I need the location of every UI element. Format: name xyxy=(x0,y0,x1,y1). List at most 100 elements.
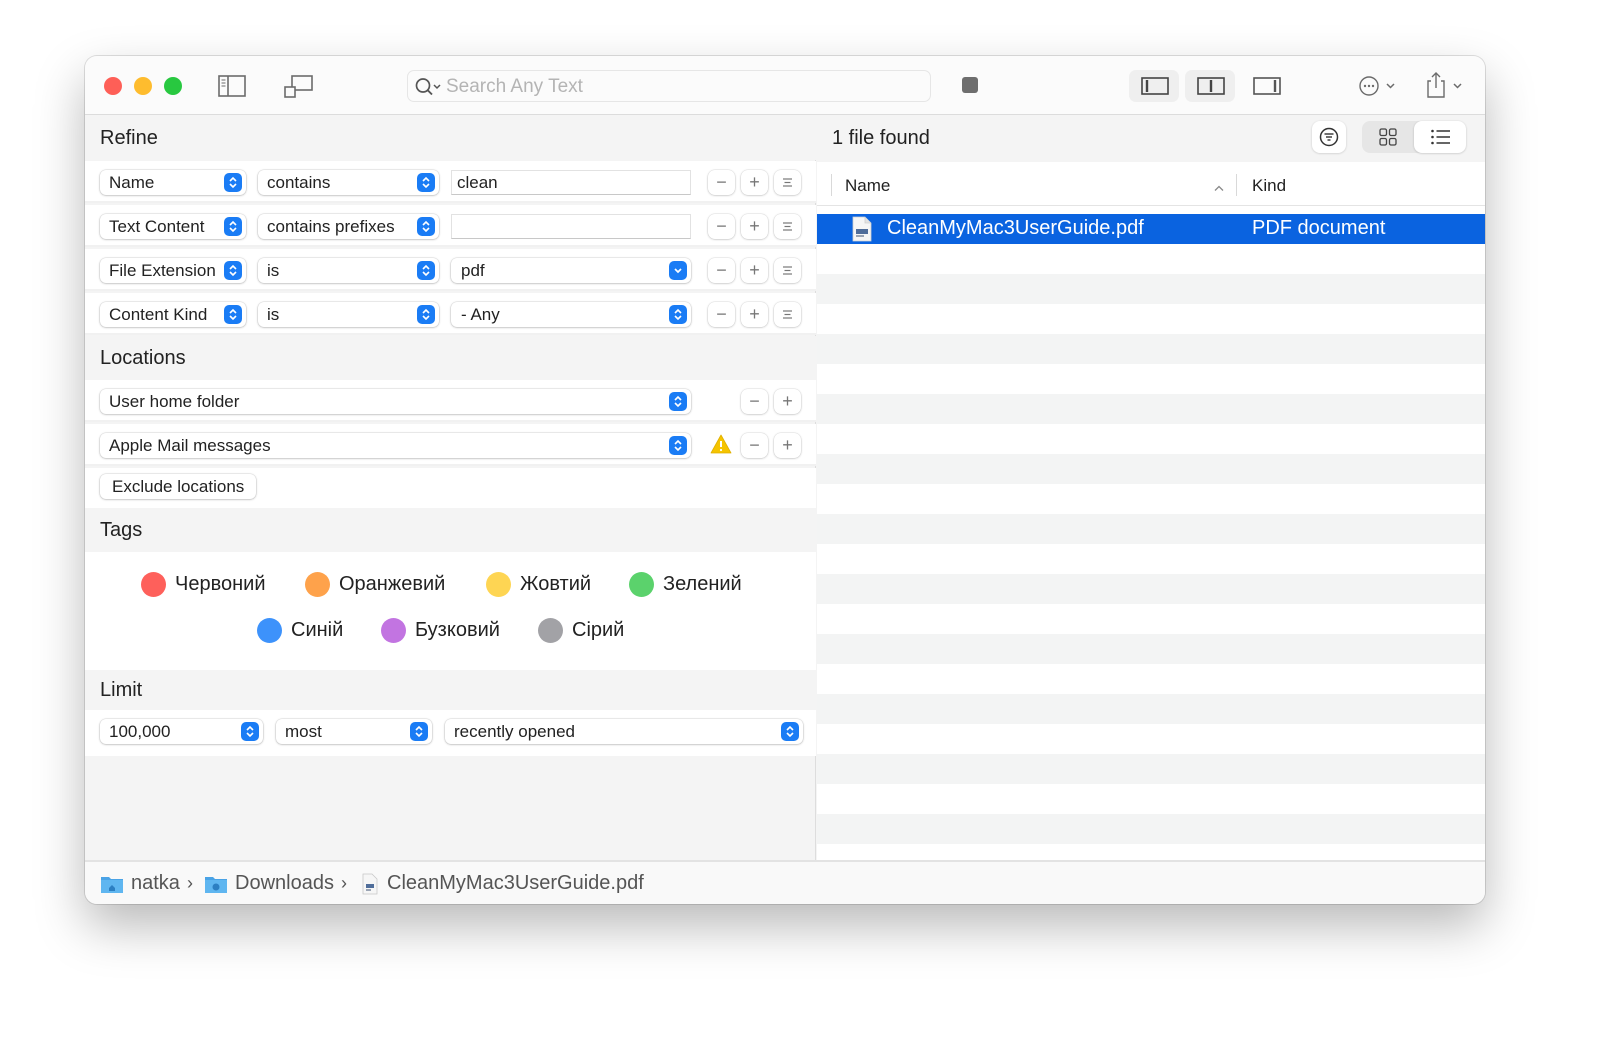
layout-right-icon xyxy=(1253,77,1281,95)
criteria-row: Name contains − + xyxy=(85,161,816,203)
popup-stepper-icon xyxy=(224,217,242,236)
tag-blue[interactable]: Синій xyxy=(257,616,343,644)
layout-left-icon xyxy=(1141,77,1169,95)
value-input[interactable] xyxy=(452,215,690,238)
location-popup[interactable]: Apple Mail messages xyxy=(100,433,691,458)
path-crumb-file[interactable]: CleanMyMac3UserGuide.pdf xyxy=(360,872,644,895)
close-window-button[interactable] xyxy=(104,77,122,95)
remove-criterion-button[interactable]: − xyxy=(708,170,735,195)
search-icon[interactable] xyxy=(414,77,444,102)
file-kind: PDF document xyxy=(1252,217,1386,239)
remove-criterion-button[interactable]: − xyxy=(708,302,735,327)
attribute-label: File Extension xyxy=(109,261,216,280)
criterion-options-button[interactable] xyxy=(774,258,801,283)
attribute-label: Name xyxy=(109,173,155,192)
layout-sidebar-right-button[interactable] xyxy=(1241,70,1291,102)
operator-popup[interactable]: contains xyxy=(258,170,439,195)
list-view-button[interactable] xyxy=(1414,121,1466,153)
empty-list-row xyxy=(817,394,1485,424)
exclude-row: Exclude locations xyxy=(85,468,816,508)
criterion-options-button[interactable] xyxy=(774,302,801,327)
tag-color-dot xyxy=(257,617,282,643)
empty-list-row xyxy=(817,664,1485,694)
attribute-popup[interactable]: Content Kind xyxy=(100,302,246,327)
minimize-window-button[interactable] xyxy=(134,77,152,95)
value-input[interactable] xyxy=(452,171,690,194)
tag-orange[interactable]: Оранжевий xyxy=(305,570,445,598)
add-criterion-button[interactable]: + xyxy=(741,258,768,283)
tag-purple[interactable]: Бузковий xyxy=(381,616,500,644)
search-input[interactable] xyxy=(446,75,916,99)
home-folder-icon xyxy=(101,876,123,893)
share-button[interactable] xyxy=(1425,71,1467,104)
empty-list-row xyxy=(817,814,1485,844)
filter-circle-icon xyxy=(1319,127,1339,147)
layout-split-button[interactable] xyxy=(1185,70,1235,102)
stop-search-button[interactable] xyxy=(962,77,978,93)
add-criterion-button[interactable]: + xyxy=(741,170,768,195)
popup-stepper-icon xyxy=(417,173,435,192)
remove-criterion-button[interactable]: − xyxy=(708,258,735,283)
sort-ascending-icon[interactable] xyxy=(1213,179,1225,197)
value-textfield[interactable] xyxy=(451,214,691,239)
add-criterion-button[interactable]: + xyxy=(741,302,768,327)
column-divider[interactable] xyxy=(1236,174,1237,196)
operator-popup[interactable]: contains prefixes xyxy=(258,214,439,239)
path-crumb-home[interactable]: natka › xyxy=(100,872,201,895)
attribute-popup[interactable]: File Extension xyxy=(100,258,246,283)
content-kind-popup[interactable]: - Any xyxy=(451,302,691,327)
new-window-icon[interactable] xyxy=(284,75,314,104)
column-kind[interactable]: Kind xyxy=(1252,176,1286,196)
more-actions-button[interactable] xyxy=(1358,75,1400,102)
refine-title: Refine xyxy=(100,127,158,149)
chevron-down-icon[interactable] xyxy=(669,261,687,280)
criterion-options-button[interactable] xyxy=(774,214,801,239)
remove-criterion-button[interactable]: − xyxy=(708,214,735,239)
path-crumb-downloads[interactable]: Downloads › xyxy=(204,872,355,895)
search-field[interactable] xyxy=(407,70,931,102)
location-popup[interactable]: User home folder xyxy=(100,389,691,414)
criterion-options-button[interactable] xyxy=(774,170,801,195)
limit-count-popup[interactable]: 100,000 xyxy=(100,719,263,744)
toggle-sidebar-icon[interactable] xyxy=(218,75,246,102)
limit-order-popup[interactable]: most xyxy=(276,719,432,744)
tag-green[interactable]: Зелений xyxy=(629,570,742,598)
tag-red[interactable]: Червоний xyxy=(141,570,266,598)
layout-sidebar-left-button[interactable] xyxy=(1129,70,1179,102)
empty-list-row xyxy=(817,724,1485,754)
options-lines-icon xyxy=(783,178,792,187)
add-criterion-button[interactable]: + xyxy=(741,214,768,239)
crumb-separator: › xyxy=(340,873,347,893)
tag-label: Синій xyxy=(291,618,344,641)
empty-list-row xyxy=(817,634,1485,664)
attribute-popup[interactable]: Name xyxy=(100,170,246,195)
add-location-button[interactable]: + xyxy=(774,389,801,414)
tag-gray[interactable]: Сірий xyxy=(538,616,624,644)
zoom-window-button[interactable] xyxy=(164,77,182,95)
tag-color-dot xyxy=(629,571,654,597)
remove-location-button[interactable]: − xyxy=(741,433,768,458)
extension-combobox[interactable]: pdf xyxy=(451,258,691,283)
criteria-row: Content Kind is - Any − + xyxy=(85,293,816,335)
attribute-popup[interactable]: Text Content xyxy=(100,214,246,239)
location-label: Apple Mail messages xyxy=(109,436,271,455)
column-name[interactable]: Name xyxy=(845,176,890,196)
add-location-button[interactable]: + xyxy=(774,433,801,458)
filter-button[interactable] xyxy=(1312,121,1346,153)
remove-location-button[interactable]: − xyxy=(741,389,768,414)
file-row[interactable]: CleanMyMac3UserGuide.pdf PDF document xyxy=(817,214,1485,244)
warning-icon[interactable] xyxy=(710,434,732,459)
limit-order-value: most xyxy=(285,722,322,741)
operator-label: is xyxy=(267,261,280,280)
value-textfield[interactable] xyxy=(451,170,691,195)
operator-popup[interactable]: is xyxy=(258,302,439,327)
limit-criterion-popup[interactable]: recently opened xyxy=(445,719,803,744)
empty-list-row xyxy=(817,784,1485,814)
popup-stepper-icon xyxy=(410,722,428,741)
exclude-locations-button[interactable]: Exclude locations xyxy=(100,474,257,499)
limit-row: 100,000 most recently opened xyxy=(85,710,816,756)
operator-popup[interactable]: is xyxy=(258,258,439,283)
content-kind-value: - Any xyxy=(461,305,500,324)
icon-view-button[interactable] xyxy=(1362,121,1414,153)
tag-yellow[interactable]: Жовтий xyxy=(486,570,591,598)
